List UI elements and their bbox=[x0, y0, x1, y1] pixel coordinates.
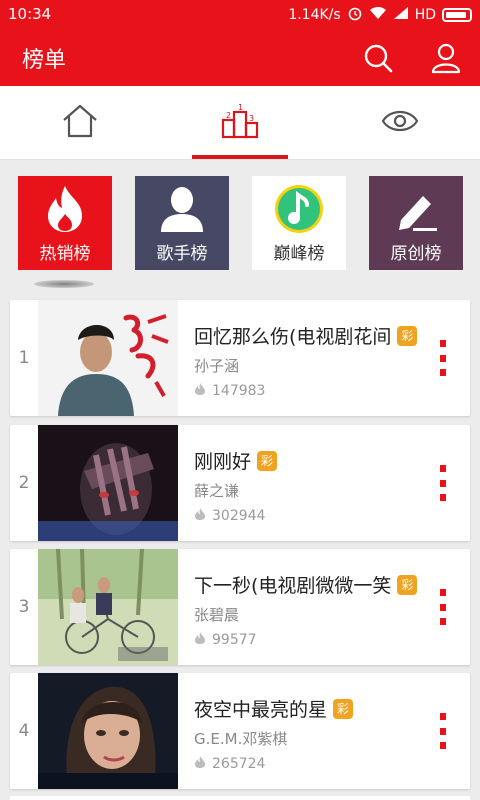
selection-shadow bbox=[34, 280, 94, 288]
song-row[interactable]: 2 刚刚好 彩 薛之谦 302944 bbox=[10, 425, 470, 541]
play-count: 302944 bbox=[212, 508, 266, 524]
song-title: 回忆那么伤(电视剧花间 bbox=[194, 326, 392, 348]
more-menu-icon[interactable] bbox=[440, 713, 448, 749]
play-count-line: 265724 bbox=[194, 755, 420, 773]
category-hot-sales[interactable]: 热销榜 bbox=[18, 176, 112, 270]
search-icon bbox=[360, 44, 396, 80]
artist-name: 薛之谦 bbox=[194, 482, 240, 500]
play-count-line: 302944 bbox=[194, 507, 420, 525]
song-title-line: 下一秒(电视剧微微一笑 彩 bbox=[194, 571, 420, 598]
signal-icon bbox=[393, 6, 409, 24]
tab-discover[interactable] bbox=[320, 86, 480, 160]
song-row[interactable]: 3 下一秒(电视剧微微一笑 彩 张碧晨 99577 bbox=[10, 549, 470, 665]
category-label: 歌手榜 bbox=[156, 244, 208, 264]
svg-text:1: 1 bbox=[238, 103, 243, 112]
category-singers[interactable]: 歌手榜 bbox=[135, 176, 229, 270]
category-label: 巅峰榜 bbox=[273, 244, 325, 264]
alarm-icon bbox=[347, 5, 363, 25]
qq-music-icon bbox=[274, 184, 324, 234]
song-title-line: 回忆那么伤(电视剧花间 彩 bbox=[194, 322, 420, 349]
rank-number: 3 bbox=[18, 597, 30, 617]
tab-charts[interactable]: 1 2 3 bbox=[160, 86, 320, 160]
color-ring-badge: 彩 bbox=[257, 450, 278, 471]
podium-icon: 1 2 3 bbox=[220, 103, 260, 143]
color-ring-badge: 彩 bbox=[397, 574, 418, 595]
color-ring-badge: 彩 bbox=[333, 698, 354, 719]
category-original[interactable]: 原创榜 bbox=[369, 176, 463, 270]
rank-number: 4 bbox=[18, 721, 30, 741]
rank-number: 2 bbox=[18, 473, 30, 493]
song-info: 夜空中最亮的星 彩 G.E.M.邓紫棋 265724 bbox=[194, 695, 420, 773]
tab-bar: 1 2 3 bbox=[0, 86, 480, 160]
category-label: 热销榜 bbox=[39, 244, 91, 264]
album-cover bbox=[38, 425, 178, 541]
app-bar: 榜单 bbox=[0, 28, 480, 86]
song-row[interactable]: 4 夜空中最亮的星 彩 G.E.M.邓紫棋 265724 bbox=[10, 673, 470, 789]
song-info: 下一秒(电视剧微微一笑 彩 张碧晨 99577 bbox=[194, 571, 420, 649]
network-type: HD bbox=[414, 7, 436, 23]
song-info: 回忆那么伤(电视剧花间 彩 孙子涵 147983 bbox=[194, 322, 420, 400]
user-icon bbox=[428, 43, 464, 80]
flame-small-icon bbox=[194, 507, 206, 525]
album-cover bbox=[38, 549, 178, 665]
status-icons: 1.14K/s HD bbox=[288, 5, 472, 25]
song-title-line: 夜空中最亮的星 彩 bbox=[194, 695, 420, 722]
pen-icon bbox=[391, 184, 441, 234]
search-button[interactable] bbox=[360, 40, 396, 76]
next-row-peek bbox=[10, 796, 470, 800]
person-icon bbox=[157, 184, 207, 234]
svg-text:2: 2 bbox=[226, 111, 231, 120]
flame-small-icon bbox=[194, 631, 206, 649]
status-time: 10:34 bbox=[8, 5, 52, 23]
play-count: 99577 bbox=[212, 632, 257, 648]
song-row[interactable]: 1 回忆那么伤(电视剧花间 彩 孙子涵 147983 bbox=[10, 300, 470, 416]
play-count: 265724 bbox=[212, 756, 266, 772]
rank-number: 1 bbox=[18, 348, 30, 368]
play-count-line: 99577 bbox=[194, 631, 420, 649]
flame-small-icon bbox=[194, 382, 206, 400]
tab-indicator bbox=[192, 155, 288, 159]
wifi-icon bbox=[369, 6, 387, 24]
artist-name: 孙子涵 bbox=[194, 357, 240, 375]
flame-small-icon bbox=[194, 755, 206, 773]
svg-text:3: 3 bbox=[249, 114, 254, 123]
home-icon bbox=[60, 103, 100, 143]
song-title-line: 刚刚好 彩 bbox=[194, 447, 420, 474]
play-count: 147983 bbox=[212, 383, 266, 399]
artist-name: 张碧晨 bbox=[194, 606, 240, 624]
category-row: 热销榜 歌手榜 巅峰榜 原创榜 bbox=[18, 176, 464, 270]
color-ring-badge: 彩 bbox=[397, 325, 418, 346]
eye-icon bbox=[380, 103, 420, 143]
artist-name: G.E.M.邓紫棋 bbox=[194, 730, 288, 748]
more-menu-icon[interactable] bbox=[440, 589, 448, 625]
play-count-line: 147983 bbox=[194, 382, 420, 400]
album-cover bbox=[38, 673, 178, 789]
category-peak[interactable]: 巅峰榜 bbox=[252, 176, 346, 270]
flame-icon bbox=[40, 184, 90, 234]
song-title: 刚刚好 bbox=[194, 451, 252, 473]
more-menu-icon[interactable] bbox=[440, 465, 448, 501]
tab-home[interactable] bbox=[0, 86, 160, 160]
song-title: 夜空中最亮的星 bbox=[194, 699, 328, 721]
page-title: 榜单 bbox=[22, 48, 67, 73]
category-label: 原创榜 bbox=[390, 244, 442, 264]
more-menu-icon[interactable] bbox=[440, 340, 448, 376]
song-title: 下一秒(电视剧微微一笑 bbox=[194, 575, 392, 597]
battery-icon bbox=[442, 8, 472, 22]
user-button[interactable] bbox=[428, 40, 464, 76]
album-cover bbox=[38, 300, 178, 416]
status-bar: 10:34 1.14K/s HD bbox=[0, 0, 480, 28]
network-speed: 1.14K/s bbox=[288, 7, 341, 23]
song-info: 刚刚好 彩 薛之谦 302944 bbox=[194, 447, 420, 525]
